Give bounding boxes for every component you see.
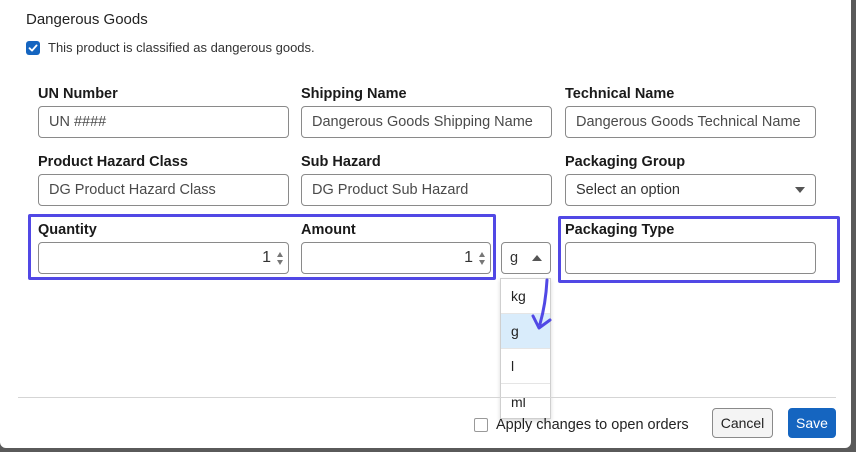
chevron-up-icon <box>532 255 542 261</box>
quantity-stepper[interactable] <box>277 251 283 265</box>
amount-value: 1 <box>464 249 473 266</box>
packaging-group-value: Select an option <box>576 182 680 198</box>
packaging-type-label: Packaging Type <box>565 222 675 238</box>
increment-icon[interactable] <box>277 251 283 257</box>
hazard-class-label: Product Hazard Class <box>38 154 188 170</box>
decrement-icon[interactable] <box>479 259 485 265</box>
un-number-label: UN Number <box>38 86 118 102</box>
packaging-type-input[interactable] <box>565 242 816 274</box>
shipping-name-label: Shipping Name <box>301 86 407 102</box>
cancel-button[interactable]: Cancel <box>712 408 773 438</box>
apply-changes-label: Apply changes to open orders <box>496 417 689 433</box>
quantity-label: Quantity <box>38 222 97 238</box>
unit-select-value: g <box>510 250 519 266</box>
un-number-input[interactable] <box>38 106 289 138</box>
footer-divider <box>18 397 836 398</box>
dg-checkbox-label: This product is classified as dangerous … <box>48 40 315 55</box>
apply-changes-checkbox[interactable] <box>474 418 488 432</box>
quantity-input[interactable]: 1 <box>38 242 289 274</box>
apply-changes-row[interactable]: Apply changes to open orders <box>474 417 689 433</box>
dangerous-goods-dialog: Dangerous Goods This product is classifi… <box>0 0 851 448</box>
save-button[interactable]: Save <box>788 408 836 438</box>
decrement-icon[interactable] <box>277 259 283 265</box>
packaging-group-select[interactable]: Select an option <box>565 174 816 206</box>
section-title: Dangerous Goods <box>26 11 148 28</box>
dg-checkbox[interactable] <box>26 40 40 55</box>
chevron-down-icon <box>795 187 805 193</box>
technical-name-label: Technical Name <box>565 86 675 102</box>
increment-icon[interactable] <box>479 251 485 257</box>
unit-option-l[interactable]: l <box>501 349 550 384</box>
unit-option-ml[interactable]: ml <box>501 384 550 419</box>
amount-stepper[interactable] <box>479 251 485 265</box>
amount-label: Amount <box>301 222 356 238</box>
shipping-name-input[interactable] <box>301 106 552 138</box>
sub-hazard-input[interactable] <box>301 174 552 206</box>
hazard-class-input[interactable] <box>38 174 289 206</box>
amount-input[interactable]: 1 <box>301 242 491 274</box>
quantity-value: 1 <box>262 249 271 266</box>
unit-select[interactable]: g <box>501 242 551 274</box>
technical-name-input[interactable] <box>565 106 816 138</box>
dg-classification-row[interactable]: This product is classified as dangerous … <box>26 40 315 55</box>
sub-hazard-label: Sub Hazard <box>301 154 381 170</box>
check-icon <box>28 44 38 51</box>
annotation-arrow-icon <box>531 278 552 330</box>
packaging-group-label: Packaging Group <box>565 154 686 170</box>
